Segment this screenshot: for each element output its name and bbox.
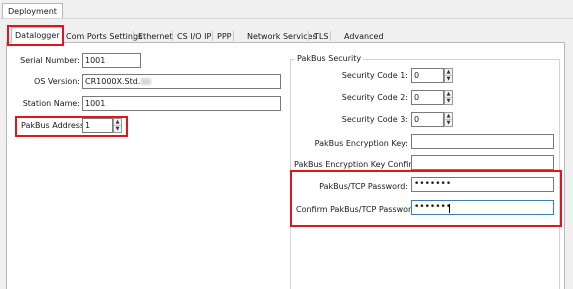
security-code-3-label: Security Code 3: [341, 115, 408, 124]
triangle-down-icon[interactable]: ▼ [114, 125, 121, 132]
tcp-password-confirm-label: Confirm PakBus/TCP Password: [296, 205, 419, 214]
station-name-field[interactable]: 1001 [82, 96, 281, 111]
pakbus-address-spinner[interactable]: ▲ ▼ [113, 118, 122, 133]
pakbus-address-field[interactable]: 1 [82, 118, 113, 133]
security-code-2-label: Security Code 2: [341, 93, 408, 102]
pakbus-address-label: PakBus Address: [21, 121, 87, 130]
tab-deployment[interactable]: Deployment [2, 3, 63, 19]
tab-cs-io-ip[interactable]: CS I/O IP [173, 29, 215, 43]
datalogger-tab-highlight [7, 25, 64, 46]
station-name-label: Station Name: [22, 99, 80, 108]
security-code-1-spinner[interactable]: ▲ ▼ [444, 68, 453, 83]
tab-ethernet[interactable]: Ethernet [134, 29, 176, 43]
serial-number-label: Serial Number: [20, 56, 80, 65]
serial-number-field[interactable]: 1001 [82, 53, 141, 68]
security-code-2-field[interactable]: 0 [411, 90, 444, 105]
encryption-key-confirm-field[interactable] [411, 155, 554, 170]
redacted-blur [141, 78, 152, 85]
tab-advanced[interactable]: Advanced [340, 29, 388, 43]
triangle-down-icon[interactable]: ▼ [445, 119, 452, 126]
tcp-password-confirm-value: ••••••• [414, 202, 452, 212]
encryption-key-label: PakBus Encryption Key: [314, 139, 408, 148]
text-caret [449, 204, 450, 213]
triangle-down-icon[interactable]: ▼ [445, 97, 452, 104]
tab-separator [233, 31, 234, 41]
os-version-value: CR1000X.Std. [85, 77, 141, 86]
tab-separator [330, 31, 331, 41]
tcp-password-label: PakBus/TCP Password: [319, 182, 408, 191]
tab-separator [308, 31, 309, 41]
top-tab-divider [0, 18, 573, 19]
security-code-1-label: Security Code 1: [341, 71, 408, 80]
triangle-down-icon[interactable]: ▼ [445, 75, 452, 82]
tcp-password-field[interactable]: ••••••• [411, 177, 554, 192]
os-version-field: CR1000X.Std. [82, 74, 281, 89]
security-code-2-spinner[interactable]: ▲ ▼ [444, 90, 453, 105]
security-code-3-field[interactable]: 0 [411, 112, 444, 127]
pakbus-security-legend: PakBus Security [295, 53, 364, 64]
encryption-key-confirm-label: PakBus Encryption Key Confirm: [294, 160, 423, 169]
os-version-label: OS Version: [33, 77, 80, 86]
security-code-1-field[interactable]: 0 [411, 68, 444, 83]
encryption-key-field[interactable] [411, 134, 554, 149]
security-code-3-spinner[interactable]: ▲ ▼ [444, 112, 453, 127]
tcp-password-confirm-field[interactable]: ••••••• [411, 200, 554, 215]
